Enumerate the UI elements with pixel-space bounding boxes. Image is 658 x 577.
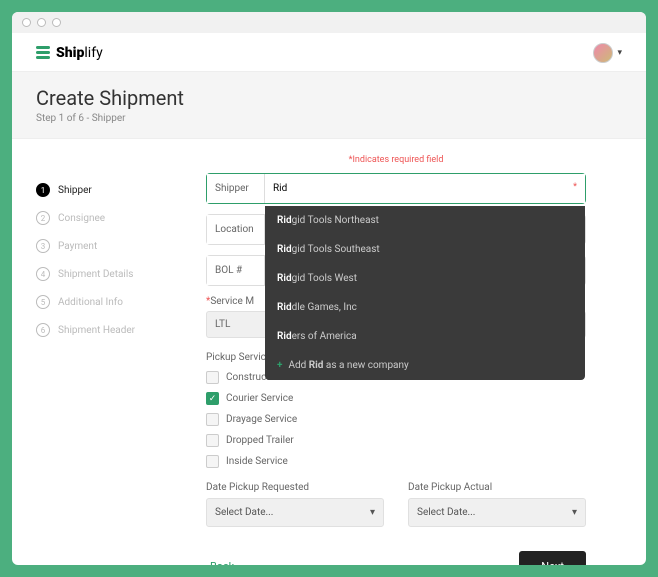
back-button[interactable]: Back [206,551,238,565]
bol-label: BOL # [207,256,265,285]
pickup-option[interactable]: Inside Service [206,455,586,468]
button-row: Back Next [206,551,586,565]
step-label: Shipper [58,185,92,196]
window-titlebar [12,12,646,33]
checkbox-icon [206,455,219,468]
brand-suffix: lify [84,45,102,61]
step-number: 4 [36,267,50,281]
step-label: Additional Info [58,297,123,308]
step-number: 2 [36,211,50,225]
brand[interactable]: Shiplify [36,45,103,61]
checkbox-icon [206,434,219,447]
date-placeholder: Select Date... [417,507,475,518]
app-window: Shiplify ▾ Create Shipment Step 1 of 6 -… [12,12,646,565]
shipper-label: Shipper [207,174,265,203]
step-label: Shipment Details [58,269,133,280]
checkbox-icon [206,413,219,426]
date-actual-label: Date Pickup Actual [408,482,586,493]
next-button[interactable]: Next [519,551,586,565]
chevron-down-icon: ▾ [617,48,622,58]
pickup-option[interactable]: ✓ Courier Service [206,392,586,405]
step-number: 6 [36,323,50,337]
step-number: 5 [36,295,50,309]
avatar-icon [593,43,613,63]
autocomplete-option[interactable]: Ridgid Tools West [265,264,585,293]
window-dot[interactable] [52,18,61,27]
step-number: 1 [36,183,50,197]
topbar: Shiplify ▾ [12,33,646,72]
sidebar-step-additional-info[interactable]: 5 Additional Info [36,295,176,309]
window-dot[interactable] [22,18,31,27]
plus-icon: + [277,360,282,371]
autocomplete-option[interactable]: Riddle Games, Inc [265,293,585,322]
page-title: Create Shipment [36,86,622,110]
date-placeholder: Select Date... [215,507,273,518]
date-actual-select[interactable]: Select Date... ▾ [408,498,586,527]
brand-icon [36,46,50,60]
brand-prefix: Ship [56,45,84,61]
date-actual-col: Date Pickup Actual Select Date... ▾ [408,482,586,527]
autocomplete-option[interactable]: Ridgid Tools Northeast [265,206,585,235]
shipper-input[interactable] [265,174,585,203]
checkbox-icon [206,371,219,384]
sidebar-step-shipment-header[interactable]: 6 Shipment Header [36,323,176,337]
checkbox-label: Drayage Service [226,414,297,425]
date-requested-col: Date Pickup Requested Select Date... ▾ [206,482,384,527]
sidebar-step-consignee[interactable]: 2 Consignee [36,211,176,225]
step-number: 3 [36,239,50,253]
location-label: Location [207,215,265,244]
content: 1 Shipper 2 Consignee 3 Payment 4 Shipment Deta… [12,139,646,565]
required-note: *Indicates required field [206,155,586,165]
page-header: Create Shipment Step 1 of 6 - Shipper [12,72,646,139]
form-main: *Indicates required field Shipper * Ridg… [206,155,586,545]
pickup-option[interactable]: Dropped Trailer [206,434,586,447]
checkbox-label: Dropped Trailer [226,435,294,446]
autocomplete-option[interactable]: Riders of America [265,322,585,351]
chevron-down-icon: ▾ [370,507,375,518]
step-indicator: Step 1 of 6 - Shipper [36,113,622,124]
shipper-autocomplete-dropdown: Ridgid Tools NortheastRidgid Tools South… [265,206,585,380]
autocomplete-option[interactable]: Ridgid Tools Southeast [265,235,585,264]
dates-row: Date Pickup Requested Select Date... ▾ Da… [206,482,586,527]
user-menu[interactable]: ▾ [593,43,622,63]
checkbox-icon: ✓ [206,392,219,405]
autocomplete-add-new[interactable]: +Add Rid as a new company [265,351,585,380]
checkbox-label: Inside Service [226,456,288,467]
checkbox-label: Courier Service [226,393,293,404]
step-label: Consignee [58,213,105,224]
step-label: Payment [58,241,97,252]
step-label: Shipment Header [58,325,135,336]
sidebar-step-shipment-details[interactable]: 4 Shipment Details [36,267,176,281]
pickup-services-group: Construction Site✓Courier ServiceDrayage… [206,371,586,468]
date-requested-label: Date Pickup Requested [206,482,384,493]
window-dot[interactable] [37,18,46,27]
pickup-option[interactable]: Drayage Service [206,413,586,426]
date-requested-select[interactable]: Select Date... ▾ [206,498,384,527]
step-sidebar: 1 Shipper 2 Consignee 3 Payment 4 Shipment Deta… [36,155,176,545]
sidebar-step-shipper[interactable]: 1 Shipper [36,183,176,197]
chevron-down-icon: ▾ [572,507,577,518]
required-star: * [573,182,577,192]
sidebar-step-payment[interactable]: 3 Payment [36,239,176,253]
shipper-field-row: Shipper * Ridgid Tools NortheastRidgid T… [206,173,586,204]
